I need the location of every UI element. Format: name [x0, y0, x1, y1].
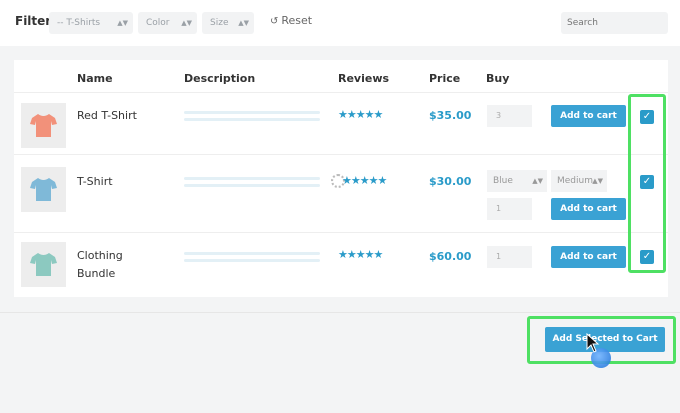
size-select-value: Size	[210, 18, 229, 28]
category-select-value: -- T-Shirts	[57, 18, 101, 28]
color-select[interactable]: Color ▲▼	[138, 12, 197, 34]
rating-stars: ★★★★★	[338, 248, 383, 261]
product-name[interactable]: Red T-Shirt	[77, 105, 137, 126]
cursor-arrow-icon	[586, 333, 600, 353]
header-description: Description	[184, 72, 256, 85]
tshirt-icon	[30, 253, 57, 276]
rating-stars: ★★★★★	[338, 108, 383, 121]
description-placeholder	[184, 111, 320, 125]
product-name-line2[interactable]: Bundle	[77, 263, 115, 284]
quantity-input[interactable]: 3	[487, 105, 532, 127]
product-image-clothing-bundle[interactable]	[21, 242, 66, 287]
quantity-input[interactable]: 1	[487, 246, 532, 268]
select-arrows-icon: ▲▼	[181, 19, 192, 27]
row-divider	[14, 154, 668, 155]
variant-color-value: Blue	[493, 176, 513, 186]
add-to-cart-button[interactable]: Add to cart	[551, 198, 626, 220]
quantity-input[interactable]: 1	[487, 198, 532, 220]
description-placeholder	[184, 177, 320, 191]
product-price: $35.00	[429, 109, 472, 122]
select-arrows-icon: ▲▼	[117, 19, 128, 27]
section-divider	[0, 312, 680, 313]
add-to-cart-button[interactable]: Add to cart	[551, 105, 626, 127]
tshirt-icon	[30, 114, 57, 137]
filter-label: Filter	[15, 14, 52, 28]
tshirt-icon	[30, 178, 57, 201]
add-to-cart-button[interactable]: Add to cart	[551, 246, 626, 268]
select-arrows-icon: ▲▼	[532, 177, 543, 185]
reset-button[interactable]: ↺ Reset	[270, 14, 312, 27]
product-image-red-tshirt[interactable]	[21, 103, 66, 148]
variant-color-select[interactable]: Blue ▲▼	[487, 170, 547, 192]
rating-stars: ★★★★★	[342, 174, 387, 187]
header-name: Name	[77, 72, 113, 85]
select-arrows-icon: ▲▼	[592, 177, 603, 185]
category-select[interactable]: -- T-Shirts ▲▼	[49, 12, 133, 34]
row-divider	[14, 92, 668, 93]
reset-label: Reset	[281, 14, 313, 27]
search-input[interactable]	[561, 12, 668, 34]
filter-bar: Filter -- T-Shirts ▲▼ Color ▲▼ Size ▲▼ ↺…	[0, 0, 680, 46]
product-image-tshirt[interactable]	[21, 167, 66, 212]
product-price: $60.00	[429, 250, 472, 263]
product-name[interactable]: T-Shirt	[77, 171, 113, 192]
checkbox-column-highlight	[628, 94, 666, 273]
product-price: $30.00	[429, 175, 472, 188]
header-reviews: Reviews	[338, 72, 390, 85]
description-placeholder	[184, 252, 320, 266]
select-arrows-icon: ▲▼	[238, 19, 249, 27]
size-select[interactable]: Size ▲▼	[202, 12, 254, 34]
reset-icon: ↺	[270, 16, 279, 27]
variant-size-value: Medium	[557, 176, 593, 186]
page: { "filter": { "label": "Filter", "catego…	[0, 0, 680, 413]
header-price: Price	[429, 72, 461, 85]
color-select-value: Color	[146, 18, 170, 28]
variant-size-select[interactable]: Medium ▲▼	[551, 170, 607, 192]
header-buy: Buy	[486, 72, 510, 85]
row-divider	[14, 232, 668, 233]
